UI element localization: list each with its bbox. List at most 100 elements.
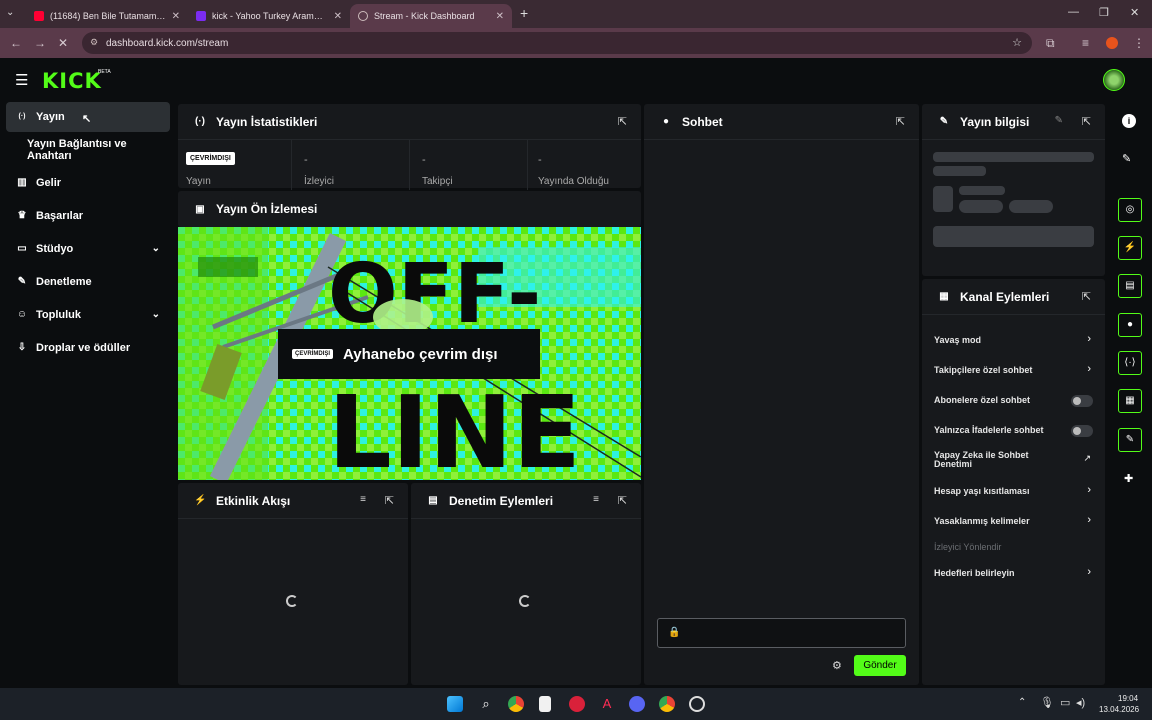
popout-icon[interactable]: ⇱: [385, 494, 394, 507]
send-button[interactable]: Gönder: [854, 655, 906, 676]
subscribers-only-toggle[interactable]: [1071, 395, 1093, 407]
filter-icon[interactable]: ≡: [360, 494, 366, 505]
sidebar-item-stream-key[interactable]: Yayın Bağlantısı ve Anahtarı: [6, 135, 170, 165]
external-link-icon[interactable]: ↗: [1083, 453, 1091, 464]
panel-header: ▦ Kanal Eylemleri: [922, 279, 1105, 315]
action-label: Yavaş mod: [934, 335, 982, 345]
add-widget-icon[interactable]: ✚: [1124, 472, 1133, 485]
action-banned-words[interactable]: Yasaklanmış kelimeler: [934, 516, 1100, 526]
sidebar-item-label: Başarılar: [36, 210, 84, 222]
stop-icon[interactable]: ✕: [58, 36, 68, 50]
rail-broadcast-button[interactable]: ⟨·⟩: [1118, 351, 1142, 375]
wrench-icon: ✎: [17, 276, 27, 287]
chevron-down-icon[interactable]: ⌄: [152, 243, 160, 254]
extensions-icon[interactable]: ⧉: [1046, 36, 1055, 51]
chevron-up-icon[interactable]: ⌃: [1018, 697, 1026, 708]
chevron-right-icon[interactable]: ›: [1087, 566, 1091, 578]
chrome-icon-active[interactable]: [659, 696, 675, 712]
clock-time[interactable]: 19:04: [1118, 694, 1138, 703]
chart-icon: ▥: [17, 177, 27, 188]
action-set-goals[interactable]: Hedefleri belirleyin: [934, 568, 1100, 578]
chevron-right-icon[interactable]: ›: [1087, 514, 1091, 526]
action-ai-moderation[interactable]: Yapay Zeka ile Sohbet Denetimi: [934, 451, 1054, 469]
discord-icon[interactable]: [629, 696, 645, 712]
tab-list-icon[interactable]: ⌄: [6, 7, 14, 18]
browser-tab-2[interactable]: kick - Yahoo Turkey Arama Son ✕: [188, 4, 350, 28]
filter-icon[interactable]: ≡: [593, 494, 599, 505]
maximize-icon[interactable]: ❐: [1099, 6, 1109, 19]
rail-wrench-button[interactable]: ✎: [1118, 428, 1142, 452]
log-icon: ▤: [428, 495, 438, 506]
star-icon[interactable]: ☆: [1012, 36, 1022, 49]
browser-tab-3[interactable]: Stream - Kick Dashboard ✕: [350, 4, 512, 28]
stat-followers: - Takipçi: [412, 140, 528, 190]
sidebar-item-studio[interactable]: ▭ Stüdyo ⌄: [6, 234, 170, 264]
chevron-right-icon[interactable]: ›: [1087, 363, 1091, 375]
popout-icon[interactable]: ⇱: [618, 494, 627, 507]
reading-list-icon[interactable]: ≡: [1082, 36, 1089, 50]
hamburger-icon[interactable]: ☰: [15, 71, 28, 89]
loading-spinner: [519, 595, 531, 607]
popout-icon[interactable]: ⇱: [618, 115, 627, 128]
info-icon[interactable]: i: [1122, 114, 1136, 128]
app-icon-red[interactable]: [569, 696, 585, 712]
rail-channel-button[interactable]: ▦: [1118, 389, 1142, 413]
sidebar-item-drops[interactable]: ⇩ Droplar ve ödüller: [6, 333, 170, 363]
action-account-age[interactable]: Hesap yaşı kısıtlaması: [934, 486, 1100, 496]
app-icon-circle[interactable]: [689, 696, 705, 712]
new-tab-button[interactable]: +: [520, 5, 528, 21]
offline-caption-box: ÇEVRİMDIŞI Ayhanebo çevrim dışı: [278, 329, 540, 379]
app-header: ☰ KICK BETA: [0, 58, 1152, 102]
window-close-icon[interactable]: ✕: [1130, 6, 1139, 19]
sidebar-item-revenue[interactable]: ▥ Gelir: [6, 168, 170, 198]
network-icon[interactable]: ▭: [1060, 696, 1070, 709]
popout-icon[interactable]: ⇱: [1082, 115, 1091, 128]
user-avatar[interactable]: [1103, 69, 1125, 91]
search-icon[interactable]: ⌕: [478, 696, 494, 712]
settings-icon[interactable]: ⚙: [832, 659, 842, 672]
action-followers-only[interactable]: Takipçilere özel sohbet: [934, 365, 1100, 375]
lock-icon: 🔒: [668, 627, 681, 638]
rail-log-button[interactable]: ▤: [1118, 274, 1142, 298]
site-info-icon[interactable]: ⚙: [90, 37, 98, 48]
emotes-only-toggle[interactable]: [1071, 425, 1093, 437]
rail-chat-button[interactable]: ●: [1118, 313, 1142, 337]
close-icon[interactable]: ✕: [496, 11, 504, 22]
panel-title: Yayın Ön İzlemesi: [216, 202, 318, 216]
chat-panel: ● Sohbet ⇱ 🔒 ⚙ Gönder: [644, 104, 919, 685]
menu-dots-icon[interactable]: ⋮: [1133, 36, 1145, 50]
pencil-icon[interactable]: ✎: [1122, 152, 1131, 165]
sidebar-item-community[interactable]: ☺ Topluluk ⌄: [6, 300, 170, 330]
file-icon[interactable]: [539, 696, 551, 712]
sidebar-item-stream[interactable]: (·) Yayın ↖: [6, 102, 170, 132]
chevron-right-icon[interactable]: ›: [1087, 484, 1091, 496]
clock-date[interactable]: 13.04.2026: [1099, 705, 1139, 714]
mouse-cursor-icon: ↖: [82, 113, 92, 125]
close-icon[interactable]: ✕: [172, 11, 180, 22]
profile-avatar[interactable]: [1106, 37, 1118, 49]
chat-input[interactable]: 🔒: [657, 618, 906, 648]
chevron-down-icon[interactable]: ⌄: [152, 309, 160, 320]
rail-bolt-button[interactable]: ⚡: [1118, 236, 1142, 260]
chevron-right-icon[interactable]: ›: [1087, 333, 1091, 345]
kick-logo[interactable]: KICK: [42, 69, 102, 93]
back-icon[interactable]: ←: [10, 36, 22, 50]
stat-label: Takipçi: [422, 176, 453, 187]
minimize-icon[interactable]: —: [1068, 6, 1079, 18]
volume-icon[interactable]: ◂): [1076, 696, 1085, 709]
forward-icon[interactable]: →: [34, 36, 46, 50]
app-icon-a[interactable]: A: [599, 696, 615, 712]
sidebar-item-achievements[interactable]: ♛ Başarılar: [6, 201, 170, 231]
url-field[interactable]: ⚙ dashboard.kick.com/stream ☆: [82, 32, 1032, 54]
popout-icon[interactable]: ⇱: [1082, 290, 1091, 303]
chrome-icon[interactable]: [508, 696, 524, 712]
browser-tab-1[interactable]: (11684) Ben Bile Tutamam 💀 | K ✕: [26, 4, 188, 28]
sidebar-item-moderation[interactable]: ✎ Denetleme: [6, 267, 170, 297]
action-slow-mode[interactable]: Yavaş mod: [934, 335, 1100, 345]
edit-icon[interactable]: ✎: [1055, 115, 1063, 126]
popout-icon[interactable]: ⇱: [896, 115, 905, 128]
rail-stream-button[interactable]: ◎: [1118, 198, 1142, 222]
mic-icon[interactable]: 🎙: [1040, 696, 1054, 709]
windows-start-icon[interactable]: [447, 696, 463, 712]
close-icon[interactable]: ✕: [334, 11, 342, 22]
